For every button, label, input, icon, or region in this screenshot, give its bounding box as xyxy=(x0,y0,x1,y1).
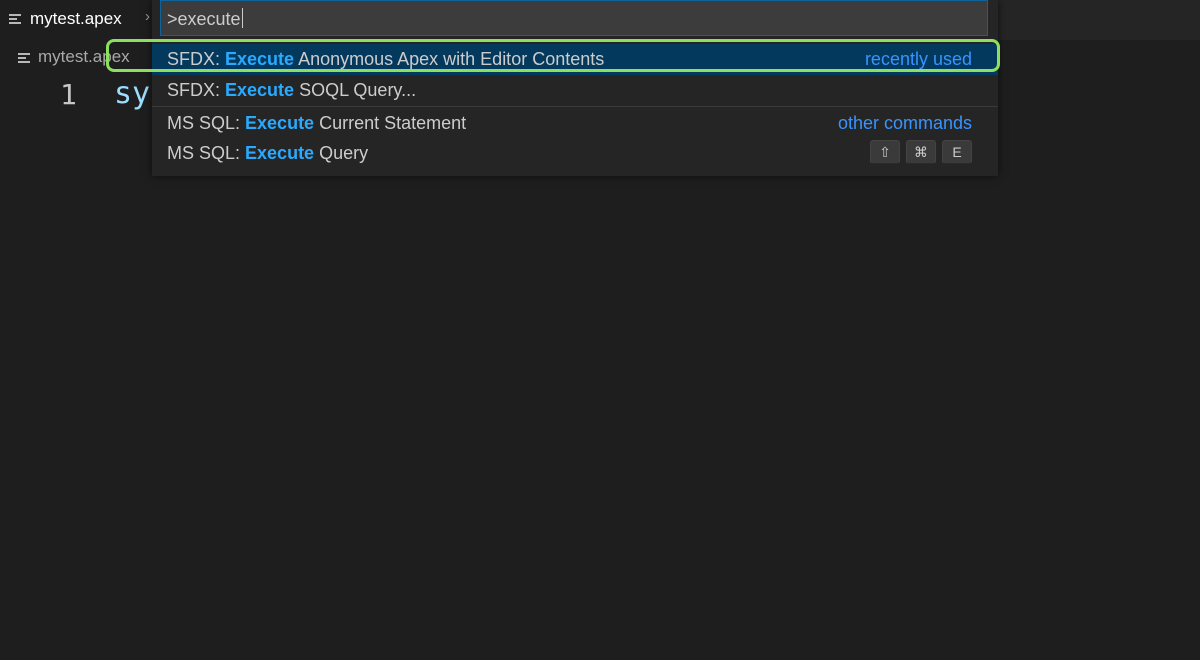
tab-title: mytest.apex xyxy=(30,9,122,28)
palette-item-label: SFDX: Execute Anonymous Apex with Editor… xyxy=(167,49,605,69)
palette-item-label: MS SQL: Execute Current Statement xyxy=(167,113,467,133)
palette-item-mssql-execute-query[interactable]: MS SQL: Execute Query ⇧ ⌘ E xyxy=(152,138,998,169)
command-query: >execute xyxy=(167,9,241,29)
palette-item-label: MS SQL: Execute Query xyxy=(167,143,369,163)
line-number: 1 xyxy=(60,78,77,111)
e-key: E xyxy=(942,140,972,164)
shift-key-icon: ⇧ xyxy=(870,140,900,164)
recently-used-label: recently used xyxy=(864,49,972,69)
chevron-right-icon[interactable]: › xyxy=(145,8,150,25)
keybinding: ⇧ ⌘ E xyxy=(870,140,972,164)
file-lines-icon xyxy=(18,53,30,63)
other-commands-label: other commands xyxy=(837,113,972,133)
file-lines-icon xyxy=(9,14,21,24)
command-key-icon: ⌘ xyxy=(906,140,936,164)
command-palette: >execute SFDX: Execute Anonymous Apex wi… xyxy=(152,0,998,176)
palette-item-sfdx-execute-anonymous[interactable]: SFDX: Execute Anonymous Apex with Editor… xyxy=(152,44,998,75)
text-caret xyxy=(241,8,243,28)
breadcrumb-file[interactable]: mytest.apex xyxy=(38,47,130,67)
command-palette-input[interactable]: >execute xyxy=(160,0,988,36)
group-divider xyxy=(152,106,998,107)
editor-tab-mytest[interactable]: mytest.apex › xyxy=(0,0,158,40)
palette-item-sfdx-execute-soql[interactable]: SFDX: Execute SOQL Query... xyxy=(152,75,998,106)
code-text[interactable]: sy xyxy=(114,76,150,111)
palette-item-label: SFDX: Execute SOQL Query... xyxy=(167,80,417,100)
palette-item-mssql-execute-current[interactable]: MS SQL: Execute Current Statement other … xyxy=(152,108,998,139)
